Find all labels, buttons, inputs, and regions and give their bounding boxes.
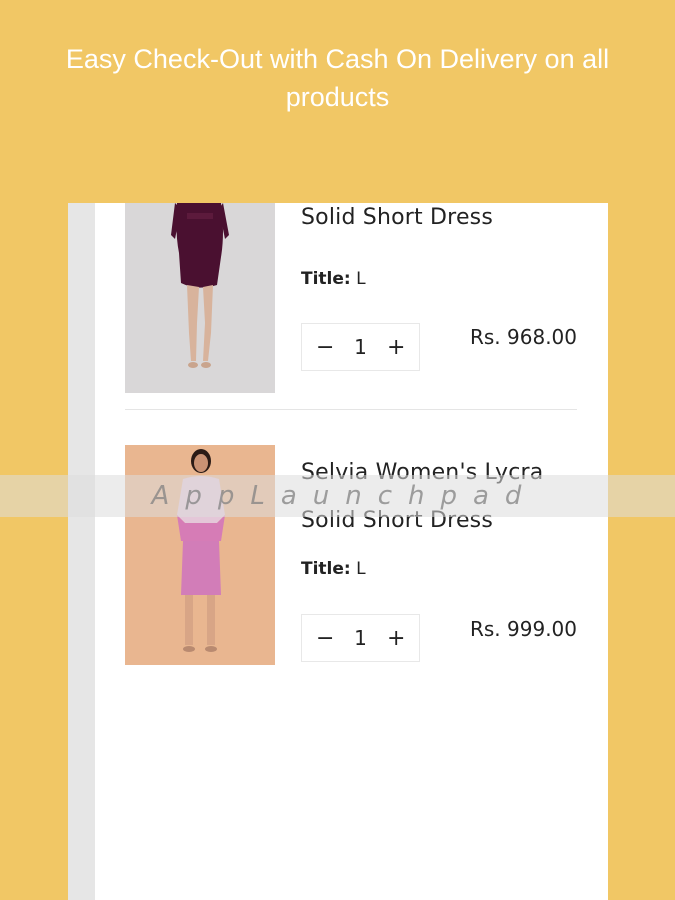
cart-item: Solid Short Dress Title: L − 1 + Rs. 968… — [125, 203, 577, 395]
decrease-quantity-button[interactable]: − — [316, 626, 334, 651]
quantity-value: 1 — [354, 335, 367, 359]
product-variant: Title: L — [301, 559, 366, 579]
quantity-stepper: − 1 + — [301, 323, 420, 371]
maroon-dress-photo-icon — [125, 203, 275, 393]
quantity-value: 1 — [354, 626, 367, 650]
variant-value: L — [356, 559, 366, 579]
watermark-text: AppLaunchpad — [151, 481, 538, 511]
variant-value: L — [356, 269, 366, 289]
device-screen: Solid Short Dress Title: L − 1 + Rs. 968… — [68, 203, 608, 900]
promo-headline: Easy Check-Out with Cash On Delivery on … — [65, 44, 610, 112]
product-name[interactable]: Solid Short Dress — [301, 203, 581, 235]
increase-quantity-button[interactable]: + — [387, 335, 405, 360]
quantity-stepper: − 1 + — [301, 614, 420, 662]
product-variant: Title: L — [301, 269, 366, 289]
variant-label: Title: — [301, 269, 351, 289]
increase-quantity-button[interactable]: + — [387, 626, 405, 651]
decrease-quantity-button[interactable]: − — [316, 335, 334, 360]
item-divider — [125, 409, 577, 410]
variant-label: Title: — [301, 559, 351, 579]
product-price: Rs. 968.00 — [469, 325, 577, 349]
product-price: Rs. 999.00 — [469, 617, 577, 641]
product-image[interactable] — [125, 203, 275, 393]
screen-edge — [68, 203, 95, 900]
